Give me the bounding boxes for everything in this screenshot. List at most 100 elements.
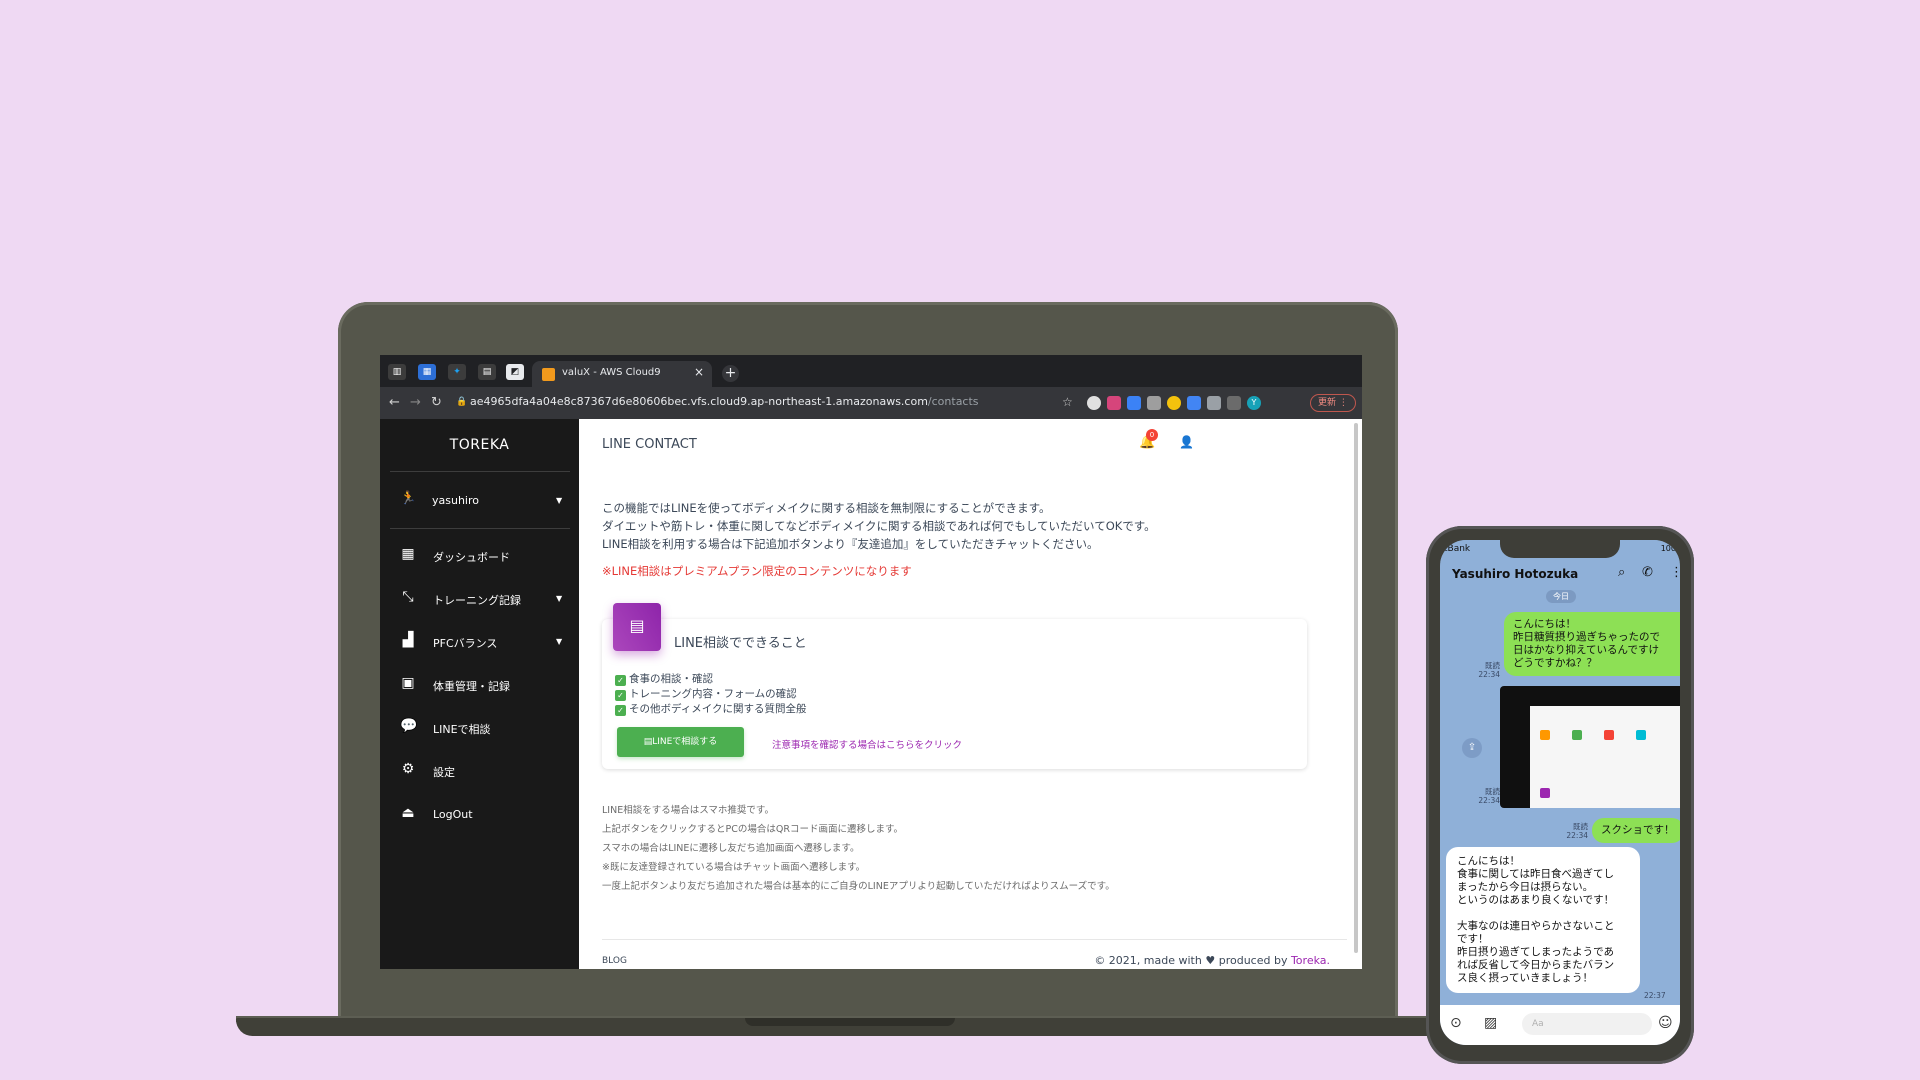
- check-icon: ✓: [615, 675, 626, 686]
- status-bar: tBank 100: [1440, 540, 1680, 562]
- sidebar-item-label: LINEで相談: [433, 723, 491, 736]
- url-field[interactable]: ae4965dfa4a04e8c87367d6e80606bec.vfs.clo…: [470, 395, 979, 408]
- blog-link[interactable]: BLOG: [602, 956, 627, 966]
- cloud9-favicon-icon: [542, 368, 555, 381]
- user-avatar-icon: 🏃: [400, 491, 417, 506]
- notification-badge: 0: [1146, 429, 1158, 441]
- user-icon[interactable]: 👤: [1179, 435, 1194, 449]
- feature-item: ✓ 食事の相談・確認: [615, 671, 713, 686]
- toreka-link[interactable]: Toreka.: [1291, 954, 1330, 967]
- extension-g-icon[interactable]: [1187, 396, 1201, 410]
- calendar-tab-icon[interactable]: ▦: [418, 364, 436, 380]
- sidebar-item-weight[interactable]: ▣ 体重管理・記録: [400, 675, 570, 695]
- scrollbar[interactable]: [1354, 423, 1358, 953]
- note-line: スマホの場合はLINEに遷移し友だち追加画面へ遷移します。: [602, 843, 860, 854]
- bookmark-star-icon[interactable]: ☆: [1062, 395, 1073, 409]
- intro-line: この機能ではLINEを使ってボディメイクに関する相談を無制限にすることができます…: [602, 501, 1051, 515]
- reading-list-icon[interactable]: [1227, 396, 1241, 410]
- url-path: /contacts: [927, 395, 979, 408]
- line-button-label: LINEで相談する: [652, 737, 718, 747]
- camera-icon[interactable]: ⊙: [1450, 1015, 1462, 1031]
- sidebar-item-label: 設定: [433, 766, 455, 779]
- screenshot-tile: [1540, 788, 1550, 798]
- extension-blue-icon[interactable]: [1127, 396, 1141, 410]
- tab-title: valuX - AWS Cloud9: [562, 367, 661, 378]
- intro-line: LINE相談を利用する場合は下記追加ボタンより『友達追加』をしていただきチャット…: [602, 537, 1099, 551]
- tab-close-icon[interactable]: ×: [694, 365, 704, 379]
- extension-printer-icon[interactable]: [1147, 396, 1161, 410]
- share-icon[interactable]: ⇪: [1462, 738, 1482, 758]
- trello-tab-icon[interactable]: ▥: [388, 364, 406, 380]
- carrier-label: tBank: [1444, 544, 1471, 554]
- extension-circle-icon[interactable]: [1087, 396, 1101, 410]
- food-icon: ▟: [402, 632, 414, 648]
- extensions-puzzle-icon[interactable]: [1207, 396, 1221, 410]
- screenshot-image[interactable]: [1500, 686, 1680, 808]
- emoji-icon[interactable]: ☺: [1658, 1015, 1673, 1031]
- note-line: LINE相談をする場合はスマホ推奨です。: [602, 805, 774, 816]
- message-meta: 既読 22:34: [1478, 787, 1500, 805]
- back-arrow-icon[interactable]: ←: [389, 395, 400, 410]
- tab-active[interactable]: valuX - AWS Cloud9 ×: [532, 361, 712, 387]
- search-icon[interactable]: ⌕: [1618, 565, 1625, 580]
- browser-tab-bar: ▥ ▦ ✦ ▤ ◩ valuX - AWS Cloud9 × +: [380, 355, 1362, 387]
- chevron-down-icon: ▼: [556, 637, 563, 646]
- premium-warning: ※LINE相談はプレミアムプラン限定のコンテンツになります: [602, 564, 912, 578]
- check-icon: ✓: [615, 705, 626, 716]
- url-host: ae4965dfa4a04e8c87367d6e80606bec.vfs.clo…: [470, 395, 928, 408]
- chat-bubble-sent: スクショです！: [1592, 818, 1680, 843]
- update-label: 更新: [1318, 398, 1337, 408]
- sidebar: TOREKA 🏃 yasuhiro ▼ ▦ ダッシュボード ⤡ トレーニング記録…: [380, 419, 579, 969]
- sidebar-user-menu[interactable]: 🏃 yasuhiro ▼: [400, 491, 570, 511]
- note-line: 上記ボタンをクリックするとPCの場合はQRコード画面に遷移します。: [602, 824, 903, 835]
- user-name: yasuhiro: [432, 494, 479, 507]
- phone-notch: [1500, 540, 1620, 558]
- phone-screen: tBank 100 Yasuhiro Hotozuka ⌕ ✆ ⋮ 今日 こんに…: [1440, 540, 1680, 1045]
- image-icon[interactable]: ▨: [1484, 1015, 1497, 1031]
- line-consult-button[interactable]: ▤LINEで相談する: [617, 727, 744, 757]
- page-title: LINE CONTACT: [602, 437, 697, 452]
- sidebar-item-dashboard[interactable]: ▦ ダッシュボード: [400, 546, 570, 566]
- battery-label: 100: [1660, 544, 1676, 553]
- update-button[interactable]: 更新 ⋮: [1310, 394, 1356, 412]
- chat-bubble-sent: こんにちは！ 昨日糖質摂り過ぎちゃったので 日はかなり抑えているんですけ どうで…: [1504, 612, 1680, 676]
- sidebar-item-pfc[interactable]: ▟ PFCバランス ▼: [400, 632, 570, 652]
- screenshot-tile: [1540, 730, 1550, 740]
- phone-call-icon[interactable]: ✆: [1642, 565, 1653, 580]
- reload-icon[interactable]: ↻: [431, 395, 442, 410]
- check-icon: ✓: [615, 690, 626, 701]
- feature-item: ✓ その他ボディメイクに関する質問全般: [615, 701, 807, 716]
- menu-icon[interactable]: ⋮: [1670, 565, 1680, 580]
- sidebar-item-line[interactable]: 💬 LINEで相談: [400, 718, 570, 738]
- new-tab-button[interactable]: +: [722, 365, 739, 382]
- forward-arrow-icon[interactable]: →: [410, 395, 421, 410]
- extension-yellow-icon[interactable]: [1167, 396, 1181, 410]
- pdf-tab-icon[interactable]: ▤: [478, 364, 496, 380]
- chevron-down-icon: ▼: [556, 594, 563, 603]
- note-line: 一度上記ボタンより友だち追加された場合は基本的にご自身のLINEアプリより起動し…: [602, 881, 1115, 892]
- profile-avatar-icon[interactable]: Y: [1247, 396, 1261, 410]
- line-consult-card: ▤ LINE相談でできること ✓ 食事の相談・確認 ✓ トレーニング内容・フォームの…: [602, 603, 1307, 769]
- card-title: LINE相談でできること: [674, 636, 807, 651]
- sidebar-item-logout[interactable]: ⏏ LogOut: [400, 805, 570, 825]
- extension-pink-icon[interactable]: [1107, 396, 1121, 410]
- usage-notes: LINE相談をする場合はスマホ推奨です。 上記ボタンをクリックするとPCの場合は…: [602, 801, 1322, 896]
- sidebar-item-training[interactable]: ⤡ トレーニング記録 ▼: [400, 589, 570, 609]
- chat-input-bar: ⊙ ▨ Aa ☺: [1440, 1005, 1680, 1045]
- sidebar-item-settings[interactable]: ⚙ 設定: [400, 761, 570, 781]
- sidebar-item-label: PFCバランス: [433, 637, 498, 650]
- app-tab-icon[interactable]: ◩: [506, 364, 524, 380]
- screenshot-tile: [1572, 730, 1582, 740]
- message-input[interactable]: Aa: [1522, 1013, 1652, 1035]
- twitter-tab-icon[interactable]: ✦: [448, 364, 466, 380]
- dumbbell-icon: ⤡: [402, 589, 414, 605]
- brand-logo[interactable]: TOREKA: [380, 437, 579, 453]
- message-time: 22:37: [1644, 991, 1666, 1000]
- lock-icon: 🔒: [456, 397, 468, 407]
- sidebar-item-label: 体重管理・記録: [433, 680, 510, 693]
- logout-icon: ⏏: [401, 805, 415, 821]
- screenshot-tile: [1604, 730, 1614, 740]
- main-content: LINE CONTACT 🔔 0 👤 この機能ではLINEを使ってボディメイクに…: [579, 419, 1362, 969]
- notice-link[interactable]: 注意事項を確認する場合はこちらをクリック: [772, 737, 962, 751]
- message-meta: 既読 22:34: [1566, 822, 1588, 840]
